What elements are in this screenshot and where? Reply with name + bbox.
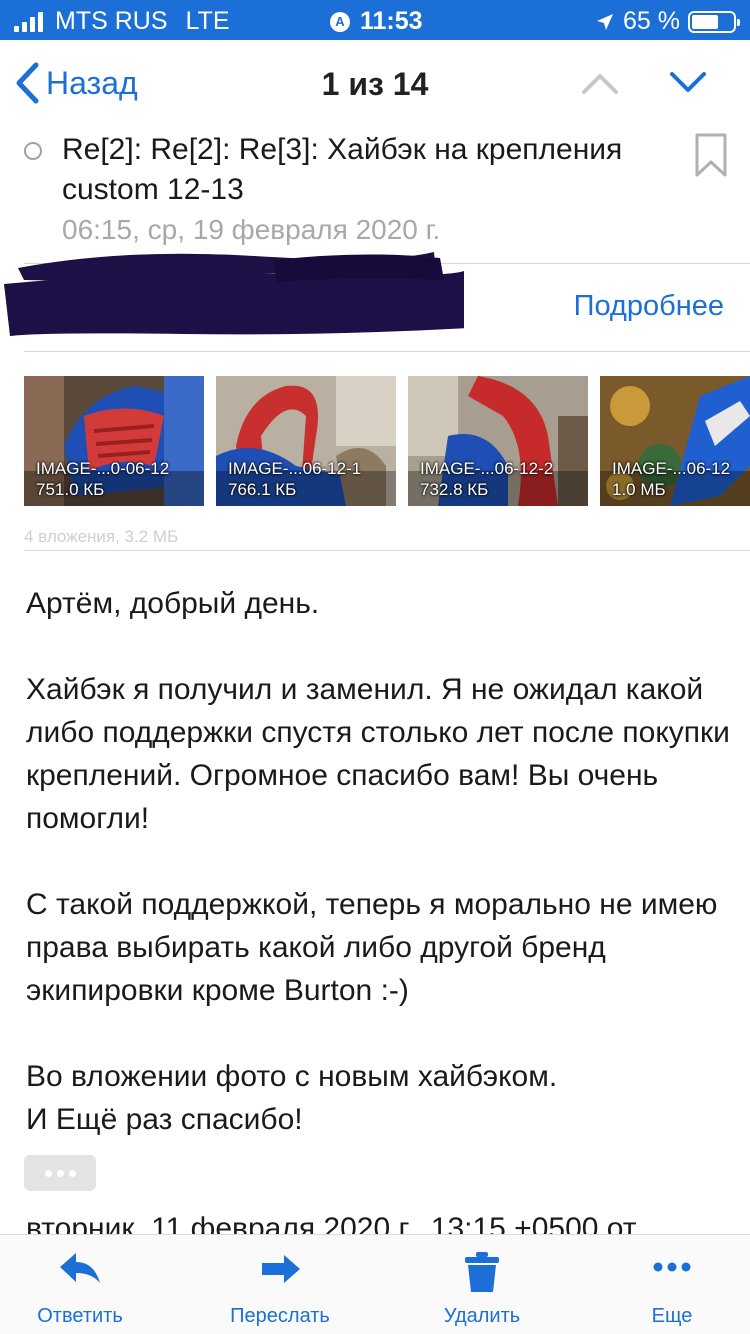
attachment-strip: IMAGE-...0-06-12 751.0 КБ IMAGE-...06-12…	[24, 376, 750, 506]
forward-button[interactable]: Переслать	[200, 1235, 360, 1334]
chevron-up-icon	[582, 74, 618, 94]
forward-icon	[262, 1255, 300, 1283]
trash-icon	[465, 1252, 499, 1292]
attachments-summary: 4 вложения, 3.2 МБ	[24, 527, 179, 546]
body-greeting: Артём, добрый день.	[26, 587, 320, 620]
unread-indicator[interactable]	[24, 142, 42, 160]
battery-icon	[688, 10, 740, 33]
network-type: LTE	[185, 7, 230, 35]
clock: 11:53	[360, 7, 423, 35]
body-paragraph: С такой поддержкой, теперь я морально не…	[26, 888, 718, 1007]
attachment-thumbnail[interactable]: IMAGE-...06-12-2 732.8 КБ	[408, 376, 588, 506]
attachment-size: 751.0 КБ	[36, 480, 105, 499]
status-bar: MTS RUS LTE A 11:53 65 %	[0, 0, 750, 40]
attachment-name: IMAGE-...06-12-1	[228, 459, 362, 478]
bottom-toolbar: Ответить Переслать Удалить Еще	[0, 1234, 750, 1334]
attachment-thumbnail[interactable]: IMAGE-...06-12 1.0 МБ	[600, 376, 750, 506]
attachment-name: IMAGE-...0-06-12	[36, 459, 170, 478]
location-arrow-icon	[597, 13, 614, 30]
body-paragraph: Хайбэк я получил и заменил. Я не ожидал …	[26, 673, 730, 835]
flag-button[interactable]	[694, 132, 728, 183]
body-paragraph: И Ещё раз спасибо!	[26, 1103, 303, 1136]
more-label: Еще	[651, 1305, 693, 1327]
attachment-name: IMAGE-...06-12	[612, 459, 731, 478]
carrier-name: MTS RUS	[55, 7, 168, 35]
previous-message-button[interactable]	[580, 62, 620, 107]
delete-button[interactable]: Удалить	[402, 1235, 562, 1334]
more-dots-icon	[653, 1262, 691, 1272]
attachment-size: 732.8 КБ	[420, 480, 489, 499]
navigation-bar: Назад 1 из 14	[0, 40, 750, 128]
attachment-name: IMAGE-...06-12-2	[420, 459, 554, 478]
forward-label: Переслать	[230, 1305, 330, 1327]
next-message-button[interactable]	[668, 62, 708, 107]
message-counter: 1 из 14	[321, 66, 429, 102]
location-sharing-icon: A	[330, 11, 350, 32]
attachment-thumbnail[interactable]: IMAGE-...0-06-12 751.0 КБ	[24, 376, 204, 506]
more-button[interactable]: Еще	[592, 1235, 750, 1334]
reply-label: Ответить	[37, 1305, 123, 1327]
bookmark-icon	[695, 133, 727, 177]
delete-label: Удалить	[443, 1305, 521, 1327]
attachment-size: 1.0 МБ	[612, 480, 666, 499]
attachment-thumbnail[interactable]: IMAGE-...06-12-1 766.1 КБ	[216, 376, 396, 506]
divider	[24, 351, 750, 352]
chevron-down-icon	[670, 72, 706, 92]
reply-button[interactable]: Ответить	[0, 1235, 160, 1334]
redacted-sender	[4, 252, 464, 336]
message-body: Артём, добрый день. Хайбэк я получил и з…	[26, 582, 736, 1141]
body-paragraph: Во вложении фото с новым хайбэком.	[26, 1060, 558, 1093]
show-quoted-text-button[interactable]	[24, 1155, 96, 1191]
reply-icon	[60, 1253, 100, 1283]
signal-strength-icon	[14, 11, 43, 32]
details-link[interactable]: Подробнее	[574, 290, 724, 323]
message-subject: Re[2]: Re[2]: Re[3]: Хайбэк на крепления…	[62, 133, 623, 206]
divider	[24, 550, 750, 551]
battery-percent: 65 %	[623, 7, 680, 35]
attachment-size: 766.1 КБ	[228, 480, 297, 499]
